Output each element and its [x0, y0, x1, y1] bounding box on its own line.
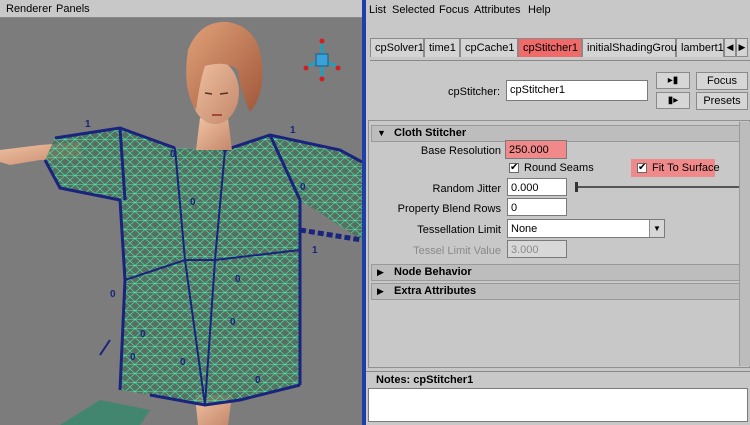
random-jitter-slider-handle[interactable]: [575, 182, 578, 192]
output-connections-icon[interactable]: ▮▸: [656, 92, 690, 109]
svg-text:0: 0: [140, 329, 146, 340]
svg-text:1: 1: [312, 245, 318, 256]
viewport-scene[interactable]: 101 000 100 000 00: [0, 18, 362, 425]
tab-cpsolver1[interactable]: cpSolver1: [370, 38, 424, 57]
viewport-menubar: Renderer Panels: [0, 0, 362, 18]
tessellation-limit-label: Tessellation Limit: [417, 224, 501, 236]
dropdown-arrow-icon[interactable]: ▼: [649, 220, 664, 237]
fit-to-surface-label: Fit To Surface: [652, 162, 720, 174]
section-title: Cloth Stitcher: [394, 127, 467, 139]
menu-panels[interactable]: Panels: [56, 3, 90, 15]
menu-list[interactable]: List: [369, 4, 386, 16]
tab-cpstitcher1[interactable]: cpStitcher1: [518, 38, 582, 57]
node-name-label: cpStitcher:: [448, 86, 500, 98]
tessel-limit-value-field: 3.000: [507, 240, 567, 258]
attributes-scrollbar[interactable]: [739, 122, 750, 366]
section-title: Node Behavior: [394, 266, 472, 278]
dress-mesh: [45, 128, 362, 405]
base-resolution-field[interactable]: 250.000: [505, 140, 567, 159]
tessellation-limit-value: None: [511, 223, 538, 235]
round-seams-checkbox[interactable]: ✔: [509, 163, 519, 173]
svg-text:0: 0: [110, 289, 116, 300]
attribute-editor-menubar: List Selected Focus Attributes Help: [366, 0, 750, 20]
node-tabs: cpSolver1 time1 cpCache1 cpStitcher1 ini…: [366, 36, 750, 60]
tab-underline: [370, 60, 750, 61]
node-name-input[interactable]: cpStitcher1: [506, 80, 648, 101]
notes-textarea[interactable]: [368, 388, 748, 422]
fit-to-surface-checkbox[interactable]: ✔: [637, 163, 647, 173]
notes-label: Notes: cpStitcher1: [366, 371, 750, 387]
input-connections-icon[interactable]: ▸▮: [656, 72, 690, 89]
tab-scroll-left-icon[interactable]: ◀: [724, 38, 736, 57]
section-node-behavior[interactable]: ▶ Node Behavior: [371, 264, 743, 281]
section-title: Extra Attributes: [394, 285, 477, 297]
svg-text:0: 0: [190, 197, 196, 208]
attribute-editor: List Selected Focus Attributes Help cpSo…: [366, 0, 750, 425]
focus-button[interactable]: Focus: [696, 72, 748, 90]
random-jitter-slider[interactable]: [575, 186, 741, 188]
property-blend-rows-field[interactable]: 0: [507, 198, 567, 216]
svg-text:0: 0: [255, 375, 261, 386]
tab-scroll-right-icon[interactable]: ▶: [736, 38, 748, 57]
base-resolution-label: Base Resolution: [420, 145, 501, 157]
tessellation-limit-dropdown[interactable]: None ▼: [507, 219, 665, 238]
menu-attributes[interactable]: Attributes: [474, 4, 520, 16]
section-expanded-icon: ▼: [377, 128, 386, 138]
section-collapsed-icon: ▶: [377, 267, 384, 277]
section-collapsed-icon: ▶: [377, 286, 384, 296]
svg-text:0: 0: [180, 357, 186, 368]
presets-button[interactable]: Presets: [696, 92, 748, 110]
tessel-limit-value-label: Tessel Limit Value: [413, 245, 501, 257]
svg-text:0: 0: [130, 352, 136, 363]
view-cube-icon[interactable]: [303, 38, 341, 82]
attributes-panel: ▼ Cloth Stitcher Base Resolution 250.000…: [368, 120, 750, 368]
menu-help[interactable]: Help: [528, 4, 551, 16]
svg-text:0: 0: [300, 182, 306, 193]
tab-cpcache1[interactable]: cpCache1: [460, 38, 518, 57]
round-seams-label: Round Seams: [524, 162, 594, 174]
menu-renderer[interactable]: Renderer: [6, 3, 52, 15]
random-jitter-label: Random Jitter: [432, 183, 501, 195]
tab-time1[interactable]: time1: [424, 38, 460, 57]
svg-text:0: 0: [235, 274, 241, 285]
section-extra-attributes[interactable]: ▶ Extra Attributes: [371, 283, 743, 300]
svg-text:0: 0: [230, 317, 236, 328]
random-jitter-field[interactable]: 0.000: [507, 178, 567, 196]
property-blend-rows-label: Property Blend Rows: [397, 203, 501, 215]
svg-text:1: 1: [290, 125, 296, 136]
menu-focus[interactable]: Focus: [439, 4, 469, 16]
menu-selected[interactable]: Selected: [392, 4, 435, 16]
tab-lambert1[interactable]: lambert1: [676, 38, 724, 57]
floor-grid: [60, 400, 150, 425]
node-name-row: cpStitcher: cpStitcher1 ▸▮ ▮▸ Focus Pres…: [366, 62, 750, 118]
svg-text:1: 1: [85, 119, 91, 130]
tab-initialshadinggroup[interactable]: initialShadingGroup: [582, 38, 683, 57]
3d-viewport[interactable]: Renderer Panels 1 1 0 0 0 1 0 0 0 0 0 0 …: [0, 0, 362, 425]
svg-text:0: 0: [170, 149, 176, 160]
